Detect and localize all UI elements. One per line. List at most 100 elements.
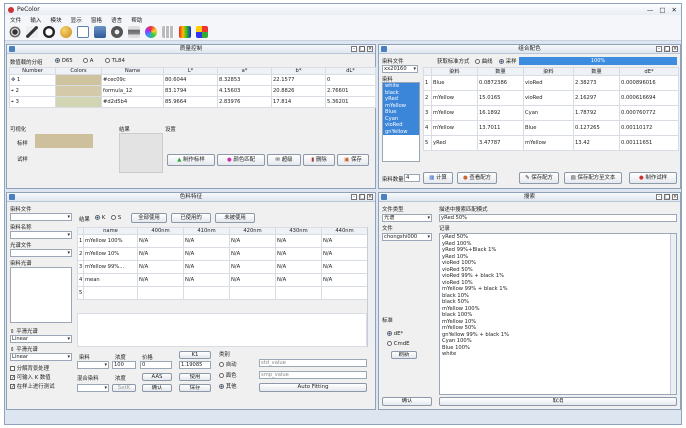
mode-curve[interactable]: 曲线 xyxy=(475,57,493,65)
printer-icon[interactable] xyxy=(128,26,140,38)
table-row[interactable]: 2 mYellow 10% N/A N/A N/A N/A N/A xyxy=(77,247,368,261)
illuminant-tl84[interactable]: TL84 xyxy=(105,58,125,64)
list-item[interactable]: gnYellow xyxy=(383,128,419,135)
pen-icon[interactable] xyxy=(26,26,38,38)
close-button[interactable]: ✕ xyxy=(672,6,677,14)
result-s[interactable]: S xyxy=(111,215,121,221)
save-formula-text-button[interactable]: ▤ 保存配方至文本 xyxy=(564,172,622,184)
record-list[interactable]: yRed 50% yRed 100% yRed 99%+Black 1% yRe… xyxy=(439,233,677,395)
dye-list[interactable]: white black yRed mYellow Blue Cyan vioRe… xyxy=(382,82,420,162)
menu-module[interactable]: 模块 xyxy=(50,16,61,24)
spectrum-icon[interactable] xyxy=(179,26,191,38)
scrollbar[interactable] xyxy=(670,234,676,394)
menu-input[interactable]: 输入 xyxy=(30,16,41,24)
col-b[interactable]: b* xyxy=(271,67,326,75)
smooth2-select[interactable]: Linear xyxy=(10,353,72,361)
col-a[interactable]: a* xyxy=(217,67,272,75)
pane-maximize-button[interactable]: □ xyxy=(664,46,670,52)
std-value-input[interactable]: std_value xyxy=(259,359,367,367)
col-name[interactable]: Name xyxy=(101,67,164,75)
menu-pane[interactable]: 窗格 xyxy=(91,16,102,24)
table-row[interactable]: 5 yRed 3.47787 mYellow 13.42 0.00111651 xyxy=(423,135,679,151)
check-test[interactable]: ✓ 在样上进行测试 xyxy=(10,382,54,390)
pane-close-button[interactable]: × xyxy=(367,46,373,52)
dye-name-select[interactable] xyxy=(10,231,72,239)
pane-minimize-button[interactable]: - xyxy=(351,46,357,52)
view-formula-button[interactable]: ● 查看配方 xyxy=(457,172,497,184)
save-button[interactable]: ▣ 保存 xyxy=(337,154,369,166)
table-row[interactable]: 2 mYellow 15.0165 vioRed 2.16297 0.000616694 xyxy=(423,90,679,106)
scrollbar[interactable] xyxy=(367,227,373,347)
make-standard-button[interactable]: ▲ 制作标样 xyxy=(167,154,215,166)
color-match-button[interactable]: ● 颜色匹配 xyxy=(217,154,265,166)
table-row[interactable]: 3 mYellow 99%... N/A N/A N/A N/A N/A xyxy=(77,260,368,274)
pane-minimize-button[interactable]: - xyxy=(656,194,662,200)
table-row[interactable]: 5 xyxy=(77,286,368,300)
bottom-conc-input[interactable]: 100 xyxy=(112,361,136,369)
desc-search-input[interactable]: yRed 50% xyxy=(439,214,677,222)
pane-close-button[interactable]: × xyxy=(367,194,373,200)
auto-fitting-button[interactable]: Auto Fitting xyxy=(259,383,367,392)
result-k[interactable]: K xyxy=(95,215,105,221)
grid-icon[interactable] xyxy=(162,26,174,38)
illuminant-d65[interactable]: D65 xyxy=(55,58,73,64)
smooth-select[interactable]: Linear xyxy=(10,335,72,343)
check-k-input[interactable]: ✓ 可输入 K 数值 xyxy=(10,373,51,381)
spectrum-file-select[interactable] xyxy=(10,249,72,257)
table-row[interactable]: ⌖ 3 #d2d5b4 85.9664 2.83976 17.814 5.36201 xyxy=(9,96,376,108)
std-de[interactable]: dE* xyxy=(387,331,403,337)
table-row[interactable]: ⌖ 2 formula_12 83.1794 4.15603 20.8826 2.7660… xyxy=(9,85,376,97)
list-item[interactable]: white xyxy=(440,351,676,358)
table-row[interactable]: 4 mYellow 13.7011 Blue 0.127265 0.00110172 xyxy=(423,120,679,136)
pane-minimize-button[interactable]: - xyxy=(656,46,662,52)
circle-icon[interactable] xyxy=(43,26,55,38)
qty-spinner[interactable]: 4 xyxy=(404,174,420,182)
save-button[interactable]: 保存 xyxy=(179,384,211,392)
bottom-k-input[interactable]: 1.19085 xyxy=(179,361,211,369)
illuminant-a[interactable]: A xyxy=(83,58,93,64)
file-select[interactable]: chongshi000 xyxy=(382,233,432,241)
gear-icon[interactable] xyxy=(111,26,123,38)
sphere-icon[interactable] xyxy=(60,26,72,38)
col-l[interactable]: L* xyxy=(163,67,218,75)
maximize-button[interactable]: □ xyxy=(659,6,665,14)
table-row[interactable]: 1 Blue 0.0872386 vioRed 2.38273 0.000896016 xyxy=(423,75,679,91)
smp-value-input[interactable]: smp_value xyxy=(259,371,367,379)
pane-close-button[interactable]: × xyxy=(672,46,678,52)
setk-button[interactable]: SetK xyxy=(112,384,136,392)
pane-minimize-button[interactable]: - xyxy=(351,194,357,200)
std-cmde[interactable]: CmdE xyxy=(387,341,410,347)
use-button[interactable]: 使用 xyxy=(179,373,211,381)
delete-button[interactable]: ▮ 删除 xyxy=(303,154,335,166)
pane-maximize-button[interactable]: □ xyxy=(664,194,670,200)
dye-spectrum-list[interactable] xyxy=(10,267,72,323)
unused-button[interactable]: 未被使用 xyxy=(215,213,255,223)
target-icon[interactable] xyxy=(9,26,21,38)
pane-close-button[interactable]: × xyxy=(672,194,678,200)
col-number[interactable]: Number xyxy=(9,67,56,75)
dye-file-select[interactable] xyxy=(10,213,72,221)
aas-button[interactable]: AAS xyxy=(142,373,172,381)
minimize-button[interactable]: — xyxy=(647,6,654,14)
document-icon[interactable] xyxy=(77,26,89,38)
search-cancel-button[interactable]: 取消 xyxy=(439,397,677,406)
table-row[interactable]: ✥ 1 #cec09c 80.6044 8.32853 22.1577 0 xyxy=(9,74,376,86)
dye-file-select[interactable]: xx20160 xyxy=(382,65,418,73)
table-row[interactable]: 3 mYellow 16.1892 Cyan 1.78792 0.000760772 xyxy=(423,105,679,121)
menu-file[interactable]: 文件 xyxy=(10,16,21,24)
bottom-price-input[interactable]: 0 xyxy=(140,361,172,369)
cat-auto[interactable]: 自动 xyxy=(219,360,237,368)
k1-button[interactable]: K1 xyxy=(179,351,211,359)
cat-other[interactable]: 其他 xyxy=(219,382,237,390)
cat-surface[interactable]: 面色 xyxy=(219,371,237,379)
use-all-button[interactable]: 全部使用 xyxy=(131,213,167,223)
search-ok-button[interactable]: 确认 xyxy=(382,397,432,406)
save-formula-button[interactable]: ✎ 保存配方 xyxy=(519,172,559,184)
swatch-icon[interactable] xyxy=(196,26,208,38)
calculate-button[interactable]: ▦ 计算 xyxy=(423,172,453,184)
table-row[interactable]: 4 mean N/A N/A N/A N/A N/A xyxy=(77,273,368,287)
col-colors[interactable]: Colors xyxy=(55,67,102,75)
super-button[interactable]: ✉ 超级 xyxy=(267,154,301,166)
used-button[interactable]: 已使用的 xyxy=(171,213,211,223)
file-type-select[interactable]: 光谱 xyxy=(382,214,432,222)
